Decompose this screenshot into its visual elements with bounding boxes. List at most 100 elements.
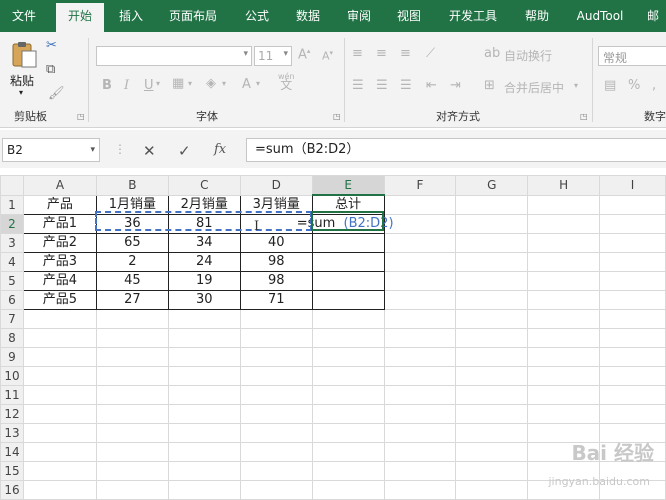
cell-d1[interactable]: 3月销量 (239, 194, 313, 215)
tab-page-layout[interactable]: 页面布局 (160, 0, 226, 32)
cell-b3[interactable]: 65 (95, 233, 169, 253)
row-header[interactable]: 13 (0, 423, 24, 443)
cell[interactable] (455, 347, 529, 367)
merge-center-button[interactable]: 合并后居中 (504, 79, 564, 96)
column-header[interactable]: D (239, 175, 313, 196)
cell-d5[interactable]: 98 (239, 271, 313, 291)
enter-icon[interactable]: ✓ (178, 142, 191, 160)
cell[interactable] (455, 328, 529, 348)
cell[interactable] (22, 480, 97, 500)
cell-b1[interactable]: 1月销量 (95, 194, 169, 215)
cell[interactable] (455, 290, 529, 310)
font-color-icon[interactable]: A (242, 77, 251, 92)
cell[interactable] (383, 347, 457, 367)
font-color-dropdown-icon[interactable]: ▾ (256, 79, 260, 88)
tab-mail[interactable]: 邮 (640, 0, 666, 32)
cell[interactable] (599, 366, 666, 386)
cell-e4[interactable] (311, 252, 385, 272)
merge-dropdown-icon[interactable]: ▾ (574, 81, 578, 90)
borders-dropdown-icon[interactable]: ▾ (188, 79, 192, 88)
paste-dropdown-icon[interactable]: ▾ (19, 88, 23, 97)
cell[interactable] (455, 461, 529, 481)
column-header[interactable]: F (383, 175, 457, 196)
cell[interactable] (239, 309, 313, 329)
font-name-combo[interactable]: ▾ (96, 46, 252, 66)
tab-review[interactable]: 审阅 (336, 0, 382, 32)
cell[interactable] (311, 328, 385, 348)
row-header[interactable]: 9 (0, 347, 24, 367)
paste-button[interactable]: 粘贴 (10, 72, 34, 89)
cell-a4[interactable]: 产品3 (22, 252, 97, 272)
cell[interactable] (527, 214, 601, 234)
shrink-font-icon[interactable]: A▾ (322, 49, 333, 63)
cell[interactable] (527, 328, 601, 348)
align-bottom-icon[interactable]: ≡ (400, 46, 411, 61)
tab-home[interactable]: 开始 (56, 3, 104, 32)
row-header[interactable]: 7 (0, 309, 24, 329)
cut-icon[interactable]: ✂ (46, 38, 57, 53)
cell[interactable] (455, 385, 529, 405)
alignment-dialog-launcher-icon[interactable]: ◳ (580, 112, 588, 121)
phonetic-guide-icon[interactable]: wén 文 (278, 72, 295, 91)
underline-icon[interactable]: U (144, 78, 154, 93)
cell[interactable] (599, 347, 666, 367)
cell-e2-editing[interactable]: =sum (B2:D2) (297, 214, 394, 234)
font-size-combo[interactable]: 11 ▾ (254, 46, 292, 66)
cell[interactable] (383, 423, 457, 443)
select-all-corner[interactable] (0, 175, 24, 196)
cell-b6[interactable]: 27 (95, 290, 169, 310)
cell-a3[interactable]: 产品2 (22, 233, 97, 253)
cell[interactable] (167, 366, 241, 386)
cell[interactable] (22, 442, 97, 462)
column-header[interactable]: H (527, 175, 601, 196)
cell[interactable] (167, 309, 241, 329)
cell[interactable] (527, 194, 601, 215)
cell[interactable] (383, 328, 457, 348)
row-header[interactable]: 1 (0, 194, 24, 215)
cell[interactable] (239, 423, 313, 443)
cell-a6[interactable]: 产品5 (22, 290, 97, 310)
cell[interactable] (95, 385, 169, 405)
column-header[interactable]: G (455, 175, 529, 196)
cell[interactable] (383, 309, 457, 329)
align-center-icon[interactable]: ☰ (376, 78, 388, 93)
cell[interactable] (383, 366, 457, 386)
grow-font-icon[interactable]: A▴ (298, 47, 310, 62)
cell[interactable] (527, 366, 601, 386)
cell[interactable] (311, 461, 385, 481)
cell[interactable] (95, 480, 169, 500)
cell[interactable] (383, 290, 457, 310)
cell-d6[interactable]: 71 (239, 290, 313, 310)
cell[interactable] (599, 252, 666, 272)
cell[interactable] (167, 347, 241, 367)
cell[interactable] (95, 347, 169, 367)
cell-b5[interactable]: 45 (95, 271, 169, 291)
cell[interactable] (383, 194, 457, 215)
orientation-icon[interactable]: ⟋ (426, 46, 435, 61)
decrease-indent-icon[interactable]: ⇤ (426, 78, 437, 93)
cell[interactable] (455, 423, 529, 443)
tab-insert[interactable]: 插入 (108, 0, 154, 32)
cell[interactable] (239, 404, 313, 424)
format-painter-icon[interactable]: 🖌 (48, 86, 65, 101)
cell[interactable] (95, 461, 169, 481)
percent-icon[interactable]: % (628, 78, 640, 93)
cell[interactable] (455, 442, 529, 462)
cell[interactable] (455, 214, 529, 234)
align-left-icon[interactable]: ☰ (352, 78, 364, 93)
row-header[interactable]: 8 (0, 328, 24, 348)
cell[interactable] (22, 366, 97, 386)
cell-a2[interactable]: 产品1 (22, 214, 97, 234)
cell[interactable] (167, 385, 241, 405)
cell[interactable] (455, 233, 529, 253)
cell[interactable] (599, 194, 666, 215)
clipboard-dialog-launcher-icon[interactable]: ◳ (77, 112, 85, 121)
cell[interactable] (167, 404, 241, 424)
cell[interactable] (527, 385, 601, 405)
column-header[interactable]: E (311, 175, 385, 196)
cell[interactable] (383, 271, 457, 291)
cell[interactable] (383, 461, 457, 481)
fill-dropdown-icon[interactable]: ▾ (222, 79, 226, 88)
cell[interactable] (383, 252, 457, 272)
cell-c4[interactable]: 24 (167, 252, 241, 272)
